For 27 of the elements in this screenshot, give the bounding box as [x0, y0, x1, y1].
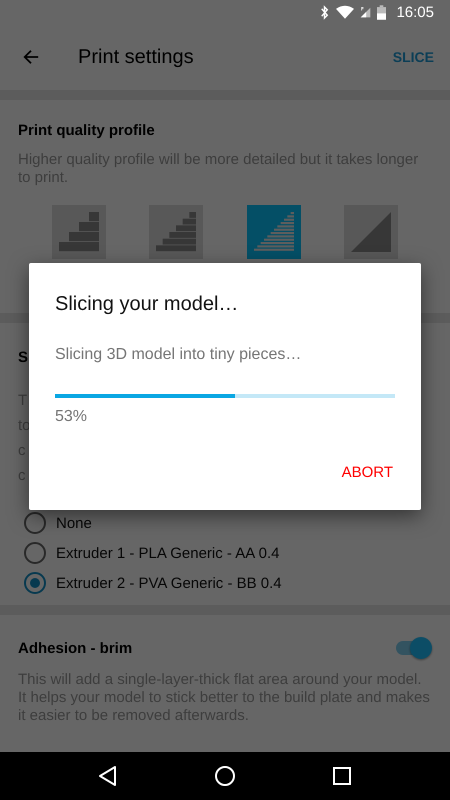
- abort-button[interactable]: ABORT: [340, 460, 395, 485]
- screen-title: Print settings: [78, 46, 195, 68]
- section-title: Adhesion - brim: [18, 640, 132, 656]
- option-label: Extruder 1 - PLA Generic - AA 0.4: [56, 544, 280, 562]
- dialog-message: Slicing 3D model into tiny pieces…: [55, 346, 302, 364]
- radio-button[interactable]: [24, 512, 46, 534]
- quality-profile-icon[interactable]: [52, 205, 106, 259]
- quality-profile-icon[interactable]: [344, 205, 398, 259]
- section-title: Print quality profile: [18, 122, 156, 139]
- clock: 16:05: [396, 4, 434, 20]
- home-icon[interactable]: [214, 765, 236, 787]
- wifi-icon: [336, 4, 354, 20]
- radio-button[interactable]: [24, 572, 46, 594]
- bluetooth-icon: [319, 4, 330, 20]
- dialog-title: Slicing your model…: [55, 293, 240, 316]
- progress-percent: 53%: [55, 408, 88, 426]
- battery-icon: [377, 4, 386, 20]
- section-title: S: [18, 349, 28, 366]
- quality-profile-icon[interactable]: [246, 205, 301, 259]
- recents-icon[interactable]: [330, 765, 353, 787]
- radio-button[interactable]: [24, 542, 46, 564]
- toggle-switch[interactable]: [396, 637, 432, 659]
- option-label: Extruder 2 - PVA Generic - BB 0.4: [56, 574, 282, 592]
- signal-icon: [360, 4, 372, 20]
- quality-profile-icon[interactable]: [149, 205, 204, 259]
- option-label: None: [56, 514, 92, 532]
- back-arrow-icon[interactable]: [22, 48, 40, 66]
